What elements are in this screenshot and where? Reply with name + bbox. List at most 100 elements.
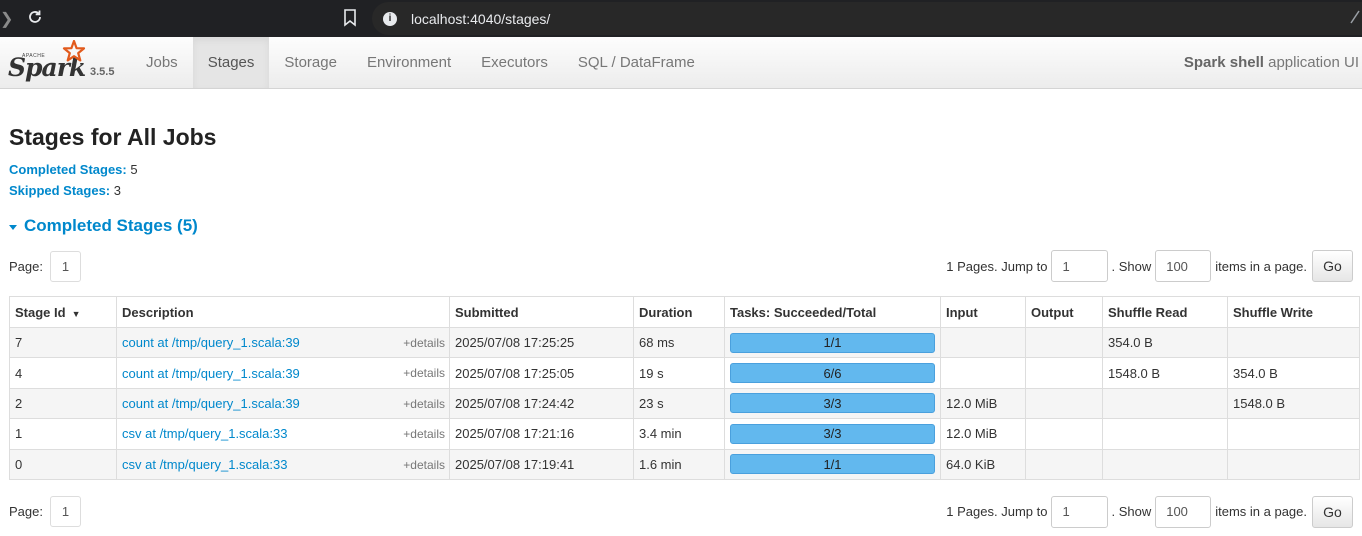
sort-desc-icon: ▼ xyxy=(71,308,81,319)
tasks-progress-text: 6/6 xyxy=(823,365,842,381)
page-number-button[interactable]: 1 xyxy=(49,496,81,528)
completed-stages-count: 5 xyxy=(130,162,138,177)
table-header-row: Stage Id ▼ Description Submitted Duration… xyxy=(9,296,1360,328)
description-cell: count at /tmp/query_1.scala:39 +details xyxy=(116,326,450,359)
submitted-cell: 2025/07/08 17:25:05 xyxy=(449,357,634,389)
stage-id-cell: 7 xyxy=(9,326,117,359)
top-pagination: Page: 1 1 Pages. Jump to . Show items in… xyxy=(9,249,1353,283)
submitted-cell: 2025/07/08 17:19:41 xyxy=(449,448,634,480)
stage-description-link[interactable]: csv at /tmp/query_1.scala:33 xyxy=(122,426,287,441)
page-size-input[interactable] xyxy=(1155,495,1212,528)
site-info-icon[interactable]: i xyxy=(383,11,397,26)
input-cell xyxy=(940,326,1026,359)
tasks-progress-bar: 1/1 xyxy=(730,332,935,353)
duration-cell: 19 s xyxy=(633,357,725,389)
input-cell: 12.0 MiB xyxy=(940,387,1026,420)
show-text: . Show xyxy=(1111,258,1152,274)
tasks-cell: 6/6 xyxy=(724,357,941,389)
tasks-progress-bar: 3/3 xyxy=(730,393,935,414)
caret-down-icon xyxy=(9,224,17,230)
go-button[interactable]: Go xyxy=(1312,495,1353,528)
page-number-button[interactable]: 1 xyxy=(49,250,81,282)
bookmark-icon[interactable] xyxy=(343,9,357,27)
spark-version: 3.5.5 xyxy=(90,66,115,78)
output-cell xyxy=(1025,387,1103,420)
submitted-cell: 2025/07/08 17:21:16 xyxy=(449,418,634,450)
stage-description-link[interactable]: count at /tmp/query_1.scala:39 xyxy=(122,366,300,381)
tab-stages[interactable]: Stages xyxy=(192,37,270,88)
details-toggle[interactable]: +details xyxy=(403,397,445,411)
main-content: Stages for All Jobs Completed Stages: 5 … xyxy=(0,123,1362,529)
details-toggle[interactable]: +details xyxy=(403,336,445,350)
column-header-submitted[interactable]: Submitted xyxy=(449,296,634,328)
reload-icon[interactable] xyxy=(26,8,44,26)
description-cell: count at /tmp/query_1.scala:39 +details xyxy=(116,357,450,389)
items-in-page-text: items in a page. xyxy=(1215,504,1307,520)
column-header-tasks[interactable]: Tasks: Succeeded/Total xyxy=(724,296,941,328)
column-header-input[interactable]: Input xyxy=(940,296,1026,328)
tab-jobs[interactable]: Jobs xyxy=(131,37,193,88)
section-title: Completed Stages (5) xyxy=(24,216,198,235)
jump-to-page-input[interactable] xyxy=(1051,495,1109,528)
spark-logo[interactable]: APACHE Spark xyxy=(8,39,88,85)
description-cell: csv at /tmp/query_1.scala:33 +details xyxy=(116,418,450,450)
shuffle-write-cell: 354.0 B xyxy=(1227,357,1360,389)
stage-description-link[interactable]: count at /tmp/query_1.scala:39 xyxy=(122,335,300,350)
skipped-stages-link[interactable]: Skipped Stages: xyxy=(9,183,110,198)
extension-icon[interactable] xyxy=(1350,10,1360,24)
tasks-progress-text: 1/1 xyxy=(823,335,842,351)
shuffle-read-cell: 1548.0 B xyxy=(1102,357,1228,389)
browser-toolbar: ❯ i localhost:4040/stages/ xyxy=(0,0,1362,37)
duration-cell: 3.4 min xyxy=(633,418,725,450)
show-text: . Show xyxy=(1111,504,1152,520)
submitted-cell: 2025/07/08 17:25:25 xyxy=(449,326,634,359)
bottom-pagination: Page: 1 1 Pages. Jump to . Show items in… xyxy=(9,495,1353,529)
tab-storage[interactable]: Storage xyxy=(269,37,352,88)
input-cell: 64.0 KiB xyxy=(940,448,1026,480)
tab-executors[interactable]: Executors xyxy=(466,37,563,88)
page-title: Stages for All Jobs xyxy=(9,124,217,150)
column-header-shuffle-write[interactable]: Shuffle Write xyxy=(1227,296,1360,328)
jump-to-page-input[interactable] xyxy=(1051,250,1109,282)
stage-description-link[interactable]: csv at /tmp/query_1.scala:33 xyxy=(122,457,287,472)
details-toggle[interactable]: +details xyxy=(403,458,445,472)
tasks-cell: 1/1 xyxy=(724,448,941,480)
url-text: localhost:4040/stages/ xyxy=(411,10,551,27)
shuffle-read-cell xyxy=(1102,448,1228,480)
tab-sql-dataframe[interactable]: SQL / DataFrame xyxy=(563,37,710,88)
tab-environment[interactable]: Environment xyxy=(352,37,466,88)
completed-stages-toggle[interactable]: Completed Stages (5) xyxy=(9,215,1353,237)
pages-jump-text: 1 Pages. Jump to xyxy=(946,258,1048,274)
tasks-progress-text: 1/1 xyxy=(823,456,842,472)
details-toggle[interactable]: +details xyxy=(403,427,445,441)
column-header-output[interactable]: Output xyxy=(1025,296,1103,328)
output-cell xyxy=(1025,448,1103,480)
stage-description-link[interactable]: count at /tmp/query_1.scala:39 xyxy=(122,396,300,411)
details-toggle[interactable]: +details xyxy=(403,366,445,380)
address-bar[interactable]: i localhost:4040/stages/ xyxy=(372,2,1362,35)
back-arrow-icon[interactable]: ❯ xyxy=(0,9,13,29)
column-header-description[interactable]: Description xyxy=(116,296,450,328)
tasks-progress-bar: 1/1 xyxy=(730,454,935,475)
go-button[interactable]: Go xyxy=(1312,250,1353,282)
column-header-stage-id[interactable]: Stage Id ▼ xyxy=(9,296,117,328)
page-size-input[interactable] xyxy=(1155,250,1212,282)
tasks-progress-text: 3/3 xyxy=(823,426,842,442)
application-name: Spark shell application UI xyxy=(1184,54,1359,71)
stage-id-cell: 4 xyxy=(9,357,117,389)
column-header-shuffle-read[interactable]: Shuffle Read xyxy=(1102,296,1228,328)
shuffle-write-cell xyxy=(1227,448,1360,480)
output-cell xyxy=(1025,357,1103,389)
spark-star-icon xyxy=(62,40,86,62)
stage-id-cell: 2 xyxy=(9,387,117,420)
description-cell: csv at /tmp/query_1.scala:33 +details xyxy=(116,448,450,480)
completed-stages-link[interactable]: Completed Stages: xyxy=(9,162,127,177)
tasks-cell: 3/3 xyxy=(724,387,941,420)
spark-navbar: APACHE Spark 3.5.5 Jobs Stages Storage E… xyxy=(0,37,1362,89)
column-header-duration[interactable]: Duration xyxy=(633,296,725,328)
page-label: Page: xyxy=(9,258,43,274)
shuffle-read-cell xyxy=(1102,418,1228,450)
table-row: 4 count at /tmp/query_1.scala:39 +details 2… xyxy=(9,357,1360,389)
input-cell: 12.0 MiB xyxy=(940,418,1026,450)
tasks-cell: 3/3 xyxy=(724,418,941,450)
